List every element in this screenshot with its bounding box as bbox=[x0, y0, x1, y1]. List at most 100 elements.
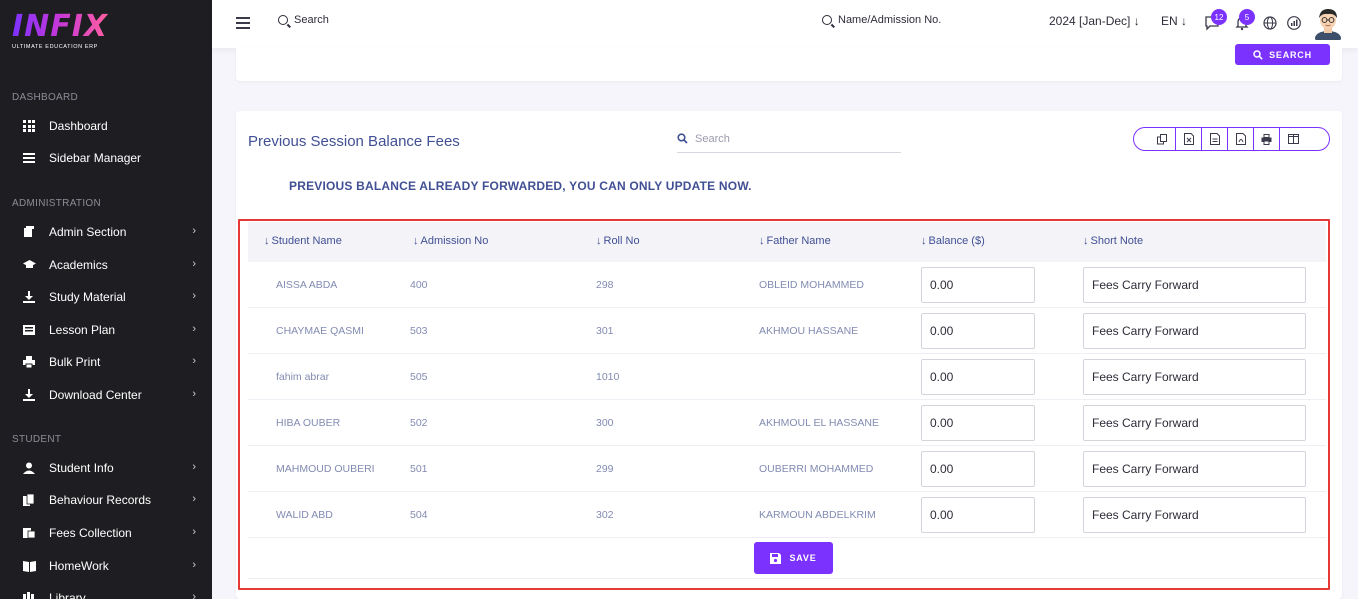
language-selector[interactable]: EN ↓ bbox=[1161, 14, 1187, 28]
sidebar-item-label: Lesson Plan bbox=[49, 323, 116, 337]
student-search[interactable]: Name/Admission No. bbox=[822, 14, 941, 26]
print-button[interactable] bbox=[1254, 127, 1280, 151]
chevron-right-icon: › bbox=[192, 461, 196, 473]
balance-input[interactable] bbox=[921, 405, 1035, 441]
sidebar-item-bulk-print[interactable]: Bulk Print › bbox=[0, 350, 212, 374]
filter-card bbox=[236, 48, 1342, 81]
global-search[interactable]: Search bbox=[278, 14, 329, 26]
balance-input[interactable] bbox=[921, 497, 1035, 533]
sidebar-item-sidebar-manager[interactable]: Sidebar Manager bbox=[0, 146, 212, 170]
graduation-cap-icon bbox=[23, 259, 36, 271]
sidebar-item-dashboard[interactable]: Dashboard bbox=[0, 114, 212, 138]
student-name-cell: AISSA ABDA bbox=[276, 279, 338, 291]
arrow-down-icon: ↓ bbox=[1133, 14, 1140, 28]
column-header-admission-no[interactable]: ↓ Admission No bbox=[413, 235, 488, 247]
globe-icon[interactable] bbox=[1262, 15, 1278, 31]
admission-no-cell: 501 bbox=[410, 463, 428, 475]
sort-arrow-icon: ↓ bbox=[921, 235, 927, 247]
column-label: Student Name bbox=[271, 235, 342, 247]
hamburger-menu-icon[interactable] bbox=[236, 17, 250, 29]
fees-icon bbox=[23, 527, 36, 539]
lesson-icon bbox=[23, 324, 35, 336]
chevron-right-icon: › bbox=[192, 355, 196, 367]
sort-arrow-icon: ↓ bbox=[1083, 235, 1089, 247]
excel-export-button[interactable] bbox=[1176, 127, 1202, 151]
chevron-right-icon: › bbox=[192, 290, 196, 302]
search-icon bbox=[822, 15, 832, 25]
download-icon bbox=[23, 389, 35, 401]
pdf-export-button[interactable] bbox=[1228, 127, 1254, 151]
sidebar-item-label: Download Center bbox=[49, 388, 142, 402]
student-name-cell: HIBA OUBER bbox=[276, 417, 341, 429]
csv-file-icon bbox=[1209, 133, 1220, 145]
admission-no-cell: 400 bbox=[410, 279, 428, 291]
sidebar-item-behaviour-records[interactable]: Behaviour Records › bbox=[0, 488, 212, 512]
sort-arrow-icon: ↓ bbox=[413, 235, 419, 247]
column-header-balance[interactable]: ↓ Balance ($) bbox=[921, 235, 985, 247]
column-header-student-name[interactable]: ↓ Student Name bbox=[264, 235, 342, 247]
short-note-input[interactable] bbox=[1083, 267, 1306, 303]
roll-no-cell: 302 bbox=[596, 509, 614, 521]
balance-input[interactable] bbox=[921, 359, 1035, 395]
session-label: 2024 [Jan-Dec] bbox=[1049, 14, 1131, 28]
logo-tagline: ULTIMATE EDUCATION ERP bbox=[12, 44, 98, 50]
column-header-father-name[interactable]: ↓ Father Name bbox=[759, 235, 831, 247]
roll-no-cell: 301 bbox=[596, 325, 614, 337]
forwarded-notice: PREVIOUS BALANCE ALREADY FORWARDED, YOU … bbox=[289, 179, 752, 193]
arrow-down-icon: ↓ bbox=[1181, 14, 1188, 28]
sort-arrow-icon: ↓ bbox=[596, 235, 602, 247]
sidebar-item-homework[interactable]: HomeWork › bbox=[0, 554, 212, 578]
analytics-icon[interactable] bbox=[1286, 15, 1302, 31]
sidebar-item-label: Admin Section bbox=[49, 225, 127, 239]
csv-export-button[interactable] bbox=[1202, 127, 1228, 151]
short-note-input[interactable] bbox=[1083, 405, 1306, 441]
sidebar-item-download-center[interactable]: Download Center › bbox=[0, 383, 212, 407]
download-icon bbox=[23, 291, 35, 303]
sidebar-item-fees-collection[interactable]: Fees Collection › bbox=[0, 521, 212, 545]
balance-input[interactable] bbox=[921, 451, 1035, 487]
balance-input[interactable] bbox=[921, 313, 1035, 349]
roll-no-cell: 298 bbox=[596, 279, 614, 291]
sidebar-item-student-info[interactable]: Student Info › bbox=[0, 456, 212, 480]
father-name-cell: AKHMOU HASSANE bbox=[759, 325, 859, 337]
table-row: WALID ABD 504 302 KARMOUN ABDELKRIM bbox=[248, 492, 1326, 538]
chevron-right-icon: › bbox=[192, 591, 196, 599]
copy-button[interactable] bbox=[1150, 127, 1176, 151]
sidebar-item-lesson-plan[interactable]: Lesson Plan › bbox=[0, 318, 212, 342]
floppy-disk-icon bbox=[770, 552, 782, 564]
printer-icon bbox=[1261, 133, 1272, 145]
table-row: CHAYMAE QASMI 503 301 AKHMOU HASSANE bbox=[248, 308, 1326, 354]
roll-no-cell: 299 bbox=[596, 463, 614, 475]
balance-input[interactable] bbox=[921, 267, 1035, 303]
sidebar-item-label: Behaviour Records bbox=[49, 493, 152, 507]
short-note-input[interactable] bbox=[1083, 497, 1306, 533]
short-note-input[interactable] bbox=[1083, 313, 1306, 349]
records-icon bbox=[23, 493, 35, 506]
short-note-input[interactable] bbox=[1083, 451, 1306, 487]
session-selector[interactable]: 2024 [Jan-Dec] ↓ bbox=[1049, 14, 1140, 28]
short-note-input[interactable] bbox=[1083, 359, 1306, 395]
logo[interactable]: INFIX ULTIMATE EDUCATION ERP bbox=[12, 12, 108, 51]
sidebar-item-academics[interactable]: Academics › bbox=[0, 253, 212, 277]
save-button[interactable]: SAVE bbox=[754, 542, 833, 574]
column-visibility-button[interactable] bbox=[1280, 127, 1306, 151]
table-search-input[interactable] bbox=[695, 132, 885, 145]
sidebar-item-label: Academics bbox=[49, 258, 108, 272]
sidebar: INFIX ULTIMATE EDUCATION ERP DASHBOARD D… bbox=[0, 0, 212, 599]
admission-no-cell: 504 bbox=[410, 509, 428, 521]
column-header-roll-no[interactable]: ↓ Roll No bbox=[596, 235, 640, 247]
columns-icon bbox=[1287, 134, 1299, 144]
admission-no-cell: 505 bbox=[410, 371, 428, 383]
printer-icon bbox=[23, 356, 35, 369]
sidebar-item-library[interactable]: Library › bbox=[0, 586, 212, 599]
father-name-cell: KARMOUN ABDELKRIM bbox=[759, 509, 876, 521]
sidebar-item-admin-section[interactable]: Admin Section › bbox=[0, 220, 212, 244]
column-header-short-note[interactable]: ↓ Short Note bbox=[1083, 235, 1143, 247]
admission-no-cell: 503 bbox=[410, 325, 428, 337]
sidebar-item-study-material[interactable]: Study Material › bbox=[0, 285, 212, 309]
search-button[interactable]: SEARCH bbox=[1235, 44, 1330, 65]
column-label: Short Note bbox=[1090, 235, 1144, 247]
chevron-right-icon: › bbox=[192, 526, 196, 538]
avatar[interactable] bbox=[1314, 6, 1342, 45]
column-label: Roll No bbox=[603, 235, 640, 247]
